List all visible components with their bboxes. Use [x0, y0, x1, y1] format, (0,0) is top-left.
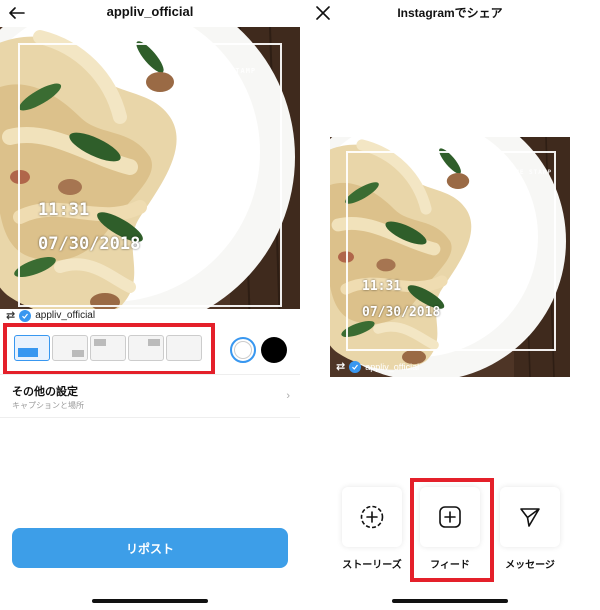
- credit-username: appliv_official: [365, 361, 420, 372]
- top-bar: Instagramでシェア: [300, 0, 600, 26]
- color-white-swatch[interactable]: [230, 337, 256, 363]
- more-settings-subtitle: キャプションと場所: [12, 401, 84, 410]
- share-stories-label: ストーリーズ: [342, 560, 402, 571]
- more-settings-title: その他の設定: [12, 386, 78, 398]
- home-indicator: [92, 599, 208, 603]
- timestamp-date: 07/30/2018: [38, 234, 141, 254]
- post-preview-photo: TIME STAMP 11:31 07/30/2018 ⇄ appliv_off…: [330, 137, 570, 377]
- timestamp-time: 11:31: [362, 279, 402, 294]
- page-title: appliv_official: [106, 4, 194, 19]
- repost-icon: ⇄: [6, 310, 16, 322]
- share-message-label: メッセージ: [505, 560, 555, 571]
- post-photo: TIME STAMP 11:31 07/30/2018: [0, 27, 300, 309]
- chevron-right-icon: ›: [286, 390, 290, 402]
- timestamp-date: 07/30/2018: [362, 305, 441, 320]
- more-settings-row[interactable]: その他の設定 キャプションと場所 ›: [0, 374, 300, 418]
- paper-plane-icon: [520, 508, 540, 527]
- timestamp-brand-watermark: TIME STAMP: [506, 169, 553, 176]
- highlight-box: [3, 323, 215, 375]
- highlight-box: [410, 478, 494, 582]
- timestamp-frame: [346, 151, 556, 351]
- share-message-button[interactable]: [500, 487, 560, 547]
- verified-badge-icon: [19, 309, 32, 322]
- timestamp-time: 11:31: [38, 200, 90, 220]
- timestamp-brand-watermark: TIME STAMP: [204, 67, 257, 75]
- page-title: Instagramでシェア: [397, 6, 503, 20]
- repost-icon: ⇄: [336, 361, 346, 373]
- story-plus-icon: [360, 505, 384, 529]
- repost-editor-screen: appliv_official TIME STAMP 11:31 07/30/2…: [0, 0, 300, 610]
- repost-credit: ⇄ appliv_official: [336, 360, 419, 373]
- repost-credit: ⇄ appliv_official: [6, 309, 95, 322]
- repost-button[interactable]: リポスト: [12, 528, 288, 568]
- home-indicator: [392, 599, 508, 603]
- top-bar: appliv_official: [0, 0, 300, 26]
- share-to-instagram-screen: Instagramでシェア TIME STAMP 11:31 07/30/201…: [300, 0, 600, 610]
- color-black-swatch[interactable]: [261, 337, 287, 363]
- credit-username: appliv_official: [35, 310, 96, 321]
- timestamp-frame: [18, 43, 282, 307]
- share-stories-button[interactable]: [342, 487, 402, 547]
- verified-badge-icon: [349, 360, 362, 373]
